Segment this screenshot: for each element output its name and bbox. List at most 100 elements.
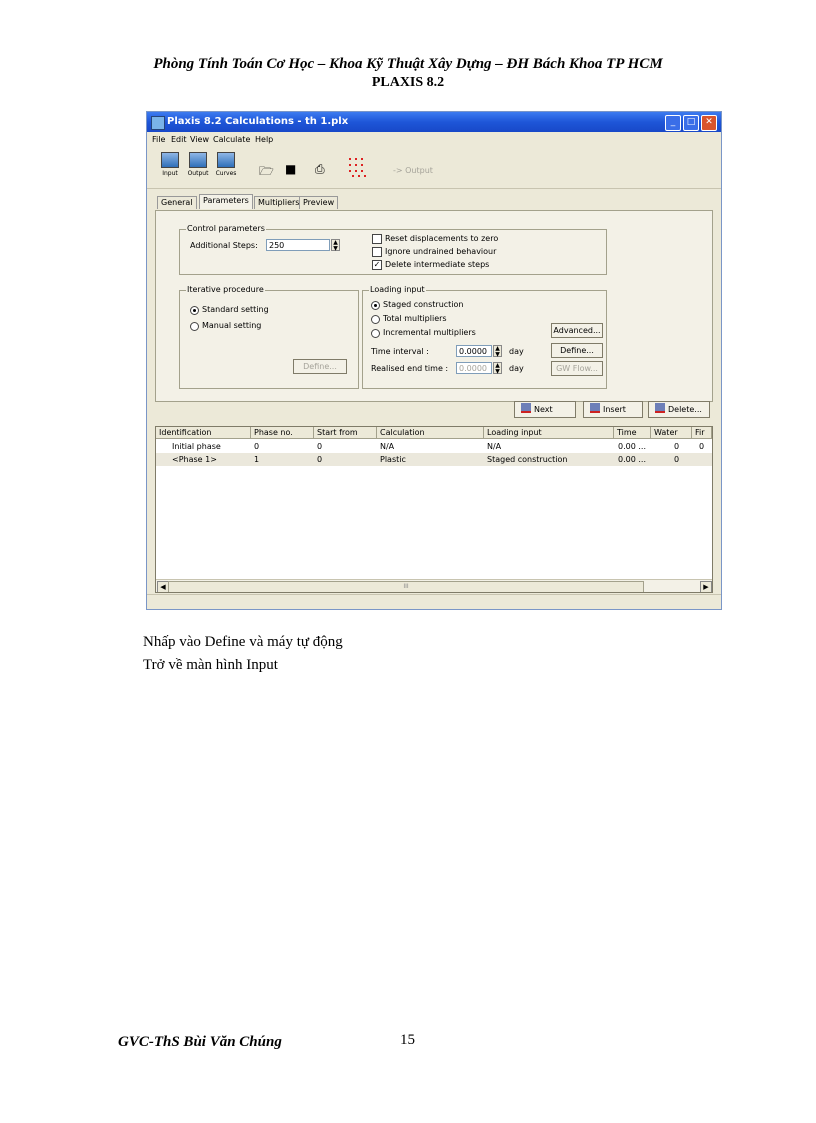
column-header-phase-no[interactable]: Phase no. [251,427,314,439]
next-phase-icon [521,403,531,413]
table-row[interactable]: <Phase 1> 1 0 Plastic Staged constructio… [156,453,712,466]
scroll-right-icon[interactable]: ▶ [700,581,712,592]
cell-first [699,453,712,466]
loading-define-button[interactable]: Define... [551,343,603,358]
print-icon[interactable]: ⎙ [315,162,325,177]
close-button[interactable]: ✕ [701,115,717,131]
cell-first: 0 [699,442,705,451]
standard-setting-label: Standard setting [202,305,269,314]
page-header-subtitle: PLAXIS 8.2 [371,75,445,90]
iterative-procedure-group: Iterative procedure Standard setting Man… [179,285,359,389]
window-title: Plaxis 8.2 Calculations - th 1.plx [167,116,349,127]
total-multipliers-radio[interactable] [371,315,380,324]
manual-setting-label: Manual setting [202,321,262,330]
control-parameters-group: Control parameters Additional Steps: 250… [179,224,607,275]
body-line-2: Trở về màn hình Input [143,657,278,673]
plaxis-calculations-window: Plaxis 8.2 Calculations - th 1.plx _ □ ✕… [146,111,722,610]
cell-loading-input: Staged construction [487,455,568,464]
input-icon [161,152,179,168]
cell-time: 0.00 ... [618,442,646,451]
staged-construction-label: Staged construction [383,300,464,309]
column-header-water[interactable]: Water [651,427,692,439]
insert-phase-button[interactable]: Insert [583,401,643,418]
column-header-loading-input[interactable]: Loading input [484,427,614,439]
body-line-1: Nhấp vào Define và máy tự động [143,634,343,650]
insert-phase-label: Insert [603,405,626,414]
horizontal-scrollbar[interactable]: ◀ III ▶ [156,579,712,592]
page-number: 15 [400,1032,415,1048]
control-parameters-caption: Control parameters [186,224,266,233]
page-header-title: Phòng Tính Toán Cơ Học – Khoa Kỹ Thuật X… [153,56,663,72]
reset-displacements-label: Reset displacements to zero [385,234,499,243]
column-header-first[interactable]: Fir [692,427,712,439]
curves-label: Curves [215,170,237,177]
tab-multipliers[interactable]: Multipliers [254,196,304,209]
column-header-start-from[interactable]: Start from [314,427,377,439]
incremental-multipliers-radio[interactable] [371,329,380,338]
realised-end-time-unit: day [509,364,524,373]
staged-construction-radio[interactable] [371,301,380,310]
time-interval-input[interactable]: 0.0000 [456,345,492,357]
delete-phase-label: Delete... [668,405,702,414]
menu-file[interactable]: File [152,135,165,144]
delete-steps-checkbox[interactable]: ✓ [372,260,382,270]
output-label: Output [187,170,209,177]
loading-input-caption: Loading input [369,285,426,294]
cell-start-from: 0 [317,455,323,464]
iterative-procedure-caption: Iterative procedure [186,285,265,294]
loading-input-group: Loading input Staged construction Total … [362,285,607,389]
column-header-time[interactable]: Time [614,427,651,439]
additional-steps-spinner[interactable]: ▲ ▼ [331,239,340,252]
delete-phase-button[interactable]: Delete... [648,401,710,418]
save-disk-icon[interactable]: ■ [285,162,296,176]
window-titlebar: Plaxis 8.2 Calculations - th 1.plx _ □ ✕ [147,112,721,132]
advanced-button[interactable]: Advanced... [551,323,603,338]
points-grid-icon[interactable] [347,156,369,178]
tab-preview[interactable]: Preview [299,196,339,209]
output-button[interactable]: Output [187,152,209,177]
delete-steps-label: Delete intermediate steps [385,260,490,269]
table-row[interactable]: Initial phase 0 0 N/A N/A 0.00 ... 0 0 [156,440,712,453]
standard-setting-radio[interactable] [190,306,199,315]
menu-calculate[interactable]: Calculate [213,135,250,144]
total-multipliers-label: Total multipliers [383,314,447,323]
maximize-button[interactable]: □ [683,115,699,131]
time-interval-spinner[interactable]: ▲ ▼ [493,345,502,358]
tab-parameters[interactable]: Parameters [199,194,253,209]
cell-water: 0 [674,442,680,451]
column-header-identification[interactable]: Identification [156,427,251,439]
ignore-undrained-checkbox[interactable] [372,247,382,257]
menu-edit[interactable]: Edit [171,135,187,144]
additional-steps-input[interactable]: 250 [266,239,330,251]
time-interval-unit: day [509,347,524,356]
realised-end-time-input: 0.0000 [456,362,492,374]
cell-time: 0.00 ... [618,455,646,464]
iterative-define-button[interactable]: Define... [293,359,347,374]
footer-author: GVC-ThS Bùi Văn Chúng [118,1034,282,1050]
menu-view[interactable]: View [190,135,209,144]
curves-button[interactable]: Curves [215,152,237,177]
input-label: Input [162,170,178,177]
output-toolbar-button[interactable]: -> Output [393,166,433,175]
additional-steps-label: Additional Steps: [190,241,258,250]
next-phase-button[interactable]: Next [514,401,576,418]
gw-flow-button[interactable]: GW Flow... [551,361,603,376]
realised-end-time-label: Realised end time : [371,364,449,373]
open-folder-icon[interactable]: 🗁 [259,162,274,183]
status-bar [147,594,721,609]
cell-calculation: Plastic [380,455,406,464]
input-button[interactable]: Input [159,152,181,177]
cell-identification: <Phase 1> [172,455,217,464]
app-icon [151,116,165,130]
menu-bar: File Edit View Calculate Help [147,133,721,147]
output-icon [189,152,207,168]
menu-help[interactable]: Help [255,135,273,144]
parameters-panel: Control parameters Additional Steps: 250… [155,210,713,402]
insert-phase-icon [590,403,600,413]
reset-displacements-checkbox[interactable] [372,234,382,244]
scroll-thumb[interactable]: III [168,581,644,592]
minimize-button[interactable]: _ [665,115,681,131]
manual-setting-radio[interactable] [190,322,199,331]
tab-general[interactable]: General [157,196,197,209]
column-header-calculation[interactable]: Calculation [377,427,484,439]
